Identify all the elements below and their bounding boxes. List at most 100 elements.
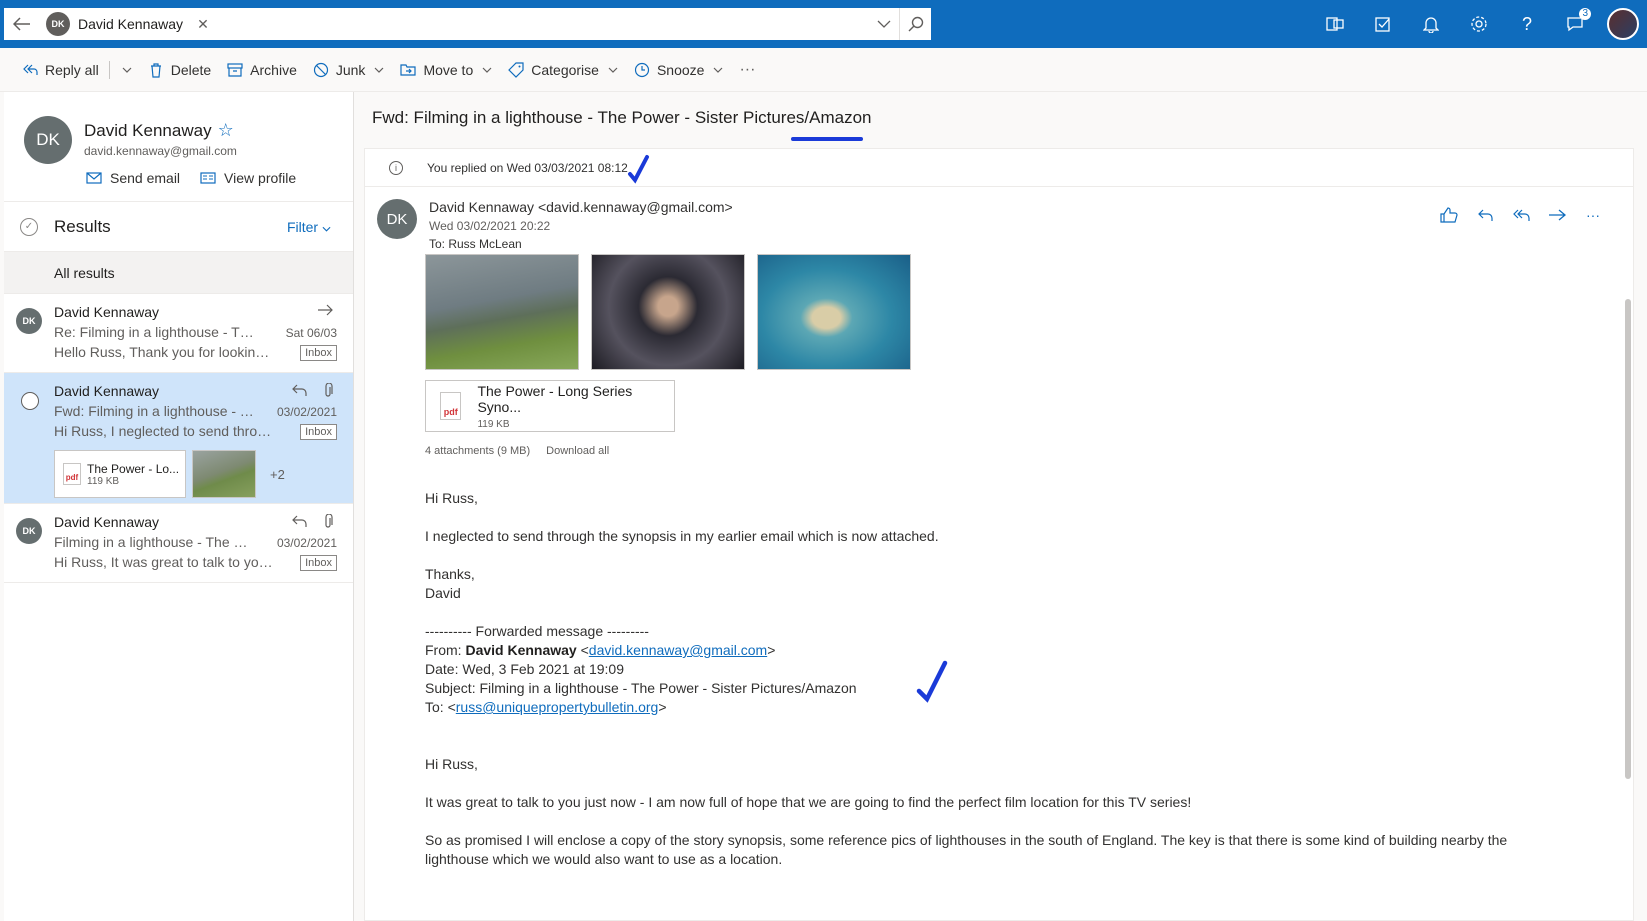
list-item[interactable]: DK David Kennaway Filming in a lighthous… bbox=[4, 504, 353, 583]
forwarded-icon bbox=[318, 304, 333, 316]
delete-label: Delete bbox=[170, 61, 212, 78]
move-to-label: Move to bbox=[423, 61, 474, 78]
reply-all-button[interactable]: Reply all bbox=[14, 54, 107, 86]
view-profile-button[interactable]: View profile bbox=[200, 170, 296, 186]
attachments-count: 4 attachments (9 MB) bbox=[425, 445, 531, 457]
search-box[interactable]: DK David Kennaway ✕ bbox=[4, 8, 931, 40]
attachment-image-lighthouse[interactable] bbox=[425, 254, 579, 370]
reply-icon[interactable] bbox=[1475, 205, 1495, 225]
me-avatar-image bbox=[1607, 8, 1639, 40]
like-icon[interactable] bbox=[1439, 205, 1459, 225]
forward-icon[interactable] bbox=[1547, 205, 1567, 225]
select-radio[interactable] bbox=[21, 392, 39, 410]
folder-tag: Inbox bbox=[300, 345, 337, 361]
move-to-button[interactable]: Move to bbox=[392, 54, 500, 86]
account-avatar[interactable] bbox=[1599, 0, 1647, 48]
sent-date: Wed 03/02/2021 20:22 bbox=[429, 219, 551, 233]
body-signoff: David bbox=[425, 585, 461, 601]
contact-name-row: David Kennaway ☆ bbox=[84, 120, 234, 141]
todo-icon[interactable] bbox=[1359, 0, 1407, 48]
mail-from: David Kennaway bbox=[54, 383, 160, 399]
recipient-line[interactable]: To: Russ McLean bbox=[429, 237, 522, 251]
list-item[interactable]: DK David Kennaway Re: Filming in a light… bbox=[4, 294, 353, 373]
mail-preview: Hi Russ, It was great to talk to you jus… bbox=[54, 554, 274, 570]
body-paragraph: So as promised I will enclose a copy of … bbox=[425, 832, 1508, 867]
attachment-file-size: 119 KB bbox=[87, 475, 120, 487]
attachment-image-crowd[interactable] bbox=[591, 254, 745, 370]
star-icon[interactable]: ☆ bbox=[218, 120, 234, 140]
reply-all-icon bbox=[23, 64, 38, 75]
filter-button[interactable]: Filter bbox=[287, 219, 331, 235]
mail-status-icons bbox=[291, 514, 333, 530]
reply-options-chevron-icon[interactable] bbox=[112, 54, 140, 86]
reply-all-label: Reply all bbox=[45, 61, 99, 78]
back-arrow-icon[interactable] bbox=[4, 8, 40, 40]
chevron-down-icon bbox=[322, 226, 331, 232]
top-bar: DK David Kennaway ✕ ? 3 bbox=[0, 0, 1647, 48]
feedback-icon[interactable]: 3 bbox=[1551, 0, 1599, 48]
mail-status-icons bbox=[291, 383, 333, 399]
snooze-button[interactable]: Snooze bbox=[626, 54, 731, 86]
forwarded-from: From: David Kennaway <david.kennaway@gma… bbox=[425, 642, 776, 658]
mail-subject: Re: Filming in a lighthouse - The Power bbox=[54, 324, 254, 340]
attachments-summary: 4 attachments (9 MB) Download all bbox=[425, 445, 609, 457]
chevron-down-icon bbox=[714, 67, 723, 73]
contact-name: David Kennaway bbox=[84, 121, 212, 140]
mail-from: David Kennaway bbox=[54, 304, 160, 320]
forwarded-header: ---------- Forwarded message --------- bbox=[425, 623, 649, 639]
body-greeting: Hi Russ, bbox=[425, 490, 478, 506]
archive-button[interactable]: Archive bbox=[219, 54, 305, 86]
mail-preview: Hello Russ, Thank you for looking into t… bbox=[54, 344, 274, 360]
attachment-image-coast[interactable] bbox=[757, 254, 911, 370]
more-options-icon[interactable]: ··· bbox=[1583, 205, 1603, 225]
reply-all-icon[interactable] bbox=[1511, 205, 1531, 225]
junk-button[interactable]: Junk bbox=[305, 54, 393, 86]
folder-move-icon bbox=[400, 63, 417, 76]
replied-info-text: You replied on Wed 03/03/2021 08:12 bbox=[427, 160, 628, 175]
left-pane: DK David Kennaway ☆ david.kennaway@gmail.… bbox=[4, 92, 354, 921]
junk-label: Junk bbox=[335, 61, 366, 78]
select-all-check-icon[interactable]: ✓ bbox=[20, 217, 38, 236]
categorise-button[interactable]: Categorise bbox=[500, 54, 626, 86]
from-email-link[interactable]: david.kennaway@gmail.com bbox=[589, 642, 767, 658]
to-email-link[interactable]: russ@uniquepropertybulletin.org bbox=[456, 699, 659, 715]
sender-avatar: DK bbox=[16, 308, 42, 334]
download-all-link[interactable]: Download all bbox=[546, 445, 609, 457]
paperclip-icon bbox=[325, 514, 333, 528]
list-item-selected[interactable]: David Kennaway Fwd: Filming in a lightho… bbox=[4, 373, 353, 504]
delete-button[interactable]: Delete bbox=[140, 54, 219, 86]
message-subject: Fwd: Filming in a lighthouse - The Power… bbox=[372, 108, 872, 127]
search-options-chevron-icon[interactable] bbox=[869, 8, 899, 40]
sender-line[interactable]: David Kennaway <david.kennaway@gmail.com… bbox=[429, 199, 733, 215]
contact-actions: Send email View profile bbox=[86, 170, 296, 186]
remove-chip-icon[interactable]: ✕ bbox=[197, 16, 209, 33]
attachment-image-thumbnail[interactable] bbox=[192, 450, 256, 498]
from-label: From: bbox=[425, 642, 466, 658]
mail-date: Sat 06/03 bbox=[285, 326, 337, 340]
scrollbar[interactable] bbox=[1625, 299, 1631, 779]
more-attachments-count[interactable]: +2 bbox=[270, 467, 285, 482]
attachment-file[interactable]: pdf The Power - Lo... 119 KB bbox=[54, 450, 186, 498]
chevron-down-icon bbox=[375, 67, 384, 73]
send-email-button[interactable]: Send email bbox=[86, 170, 180, 186]
gear-icon[interactable] bbox=[1455, 0, 1503, 48]
attachment-file[interactable]: pdf The Power - Long Series Syno... 119 … bbox=[425, 380, 675, 432]
trash-icon bbox=[150, 62, 161, 78]
divider bbox=[108, 60, 110, 79]
help-icon[interactable]: ? bbox=[1503, 0, 1551, 48]
forwarded-subject: Subject: Filming in a lighthouse - The P… bbox=[425, 680, 857, 696]
forwarded-to: To: <russ@uniquepropertybulletin.org> bbox=[425, 699, 667, 715]
office-app-icon[interactable] bbox=[1311, 0, 1359, 48]
more-actions-button[interactable]: ··· bbox=[731, 54, 763, 86]
mail-subject: Filming in a lighthouse - The Power bbox=[54, 534, 254, 550]
info-icon: i bbox=[389, 160, 403, 175]
archive-label: Archive bbox=[250, 61, 297, 78]
mail-from: David Kennaway bbox=[54, 514, 160, 530]
search-icon[interactable] bbox=[899, 8, 931, 40]
contact-card-icon bbox=[200, 172, 216, 184]
search-chip[interactable]: DK David Kennaway ✕ bbox=[40, 11, 215, 37]
clock-icon bbox=[634, 62, 650, 77]
bell-icon[interactable] bbox=[1407, 0, 1455, 48]
mail-date: 03/02/2021 bbox=[276, 536, 337, 550]
send-email-label: Send email bbox=[110, 170, 181, 186]
